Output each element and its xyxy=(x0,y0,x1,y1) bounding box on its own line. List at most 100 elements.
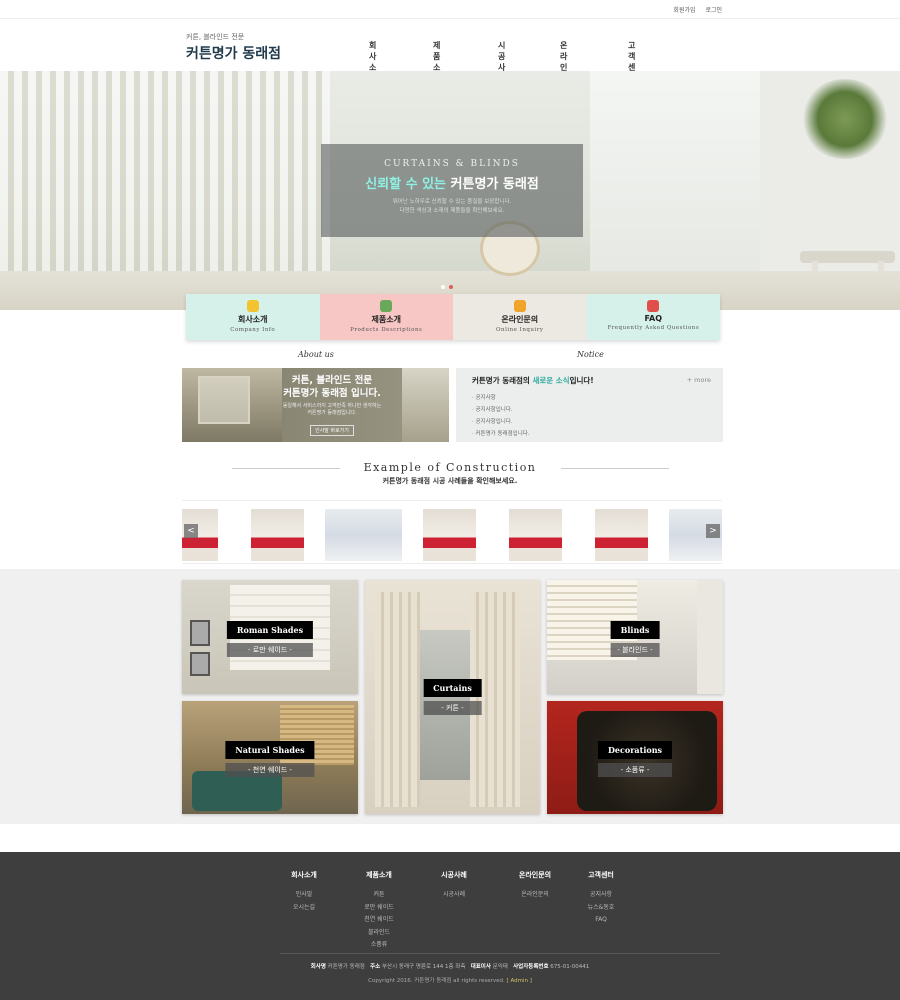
footer-col-heading: 온라인문의 xyxy=(518,871,552,879)
product-card-blinds[interactable]: Blinds - 블라인드 - xyxy=(547,580,723,694)
footer-copyright: Copyright 2016. 커튼명가 동래점 all rights rese… xyxy=(0,976,900,984)
footer-col-products: 제품소개 커튼 로만 쉐이드 천연 쉐이드 블라인드 소품류 xyxy=(351,870,407,952)
footer-bizno-label: 사업자등록번호 xyxy=(513,964,549,970)
footer-link[interactable]: 오시는길 xyxy=(276,902,332,915)
footer-bizno: 675-01-00441 xyxy=(550,964,590,970)
hero-dot[interactable] xyxy=(441,285,445,289)
about-headline-1: 커튼, 블라인드 전문 xyxy=(291,375,373,386)
hero-pagination xyxy=(441,285,457,289)
about-banner: 커튼, 블라인드 전문 커튼명가 동래점 입니다. 동일해서 서비스까지 고객만… xyxy=(182,368,449,442)
footer-link[interactable]: 공지사항 xyxy=(573,889,629,902)
footer-link[interactable]: 인사말 xyxy=(276,889,332,902)
hero-english-title: CURTAINS & BLINDS xyxy=(384,159,520,169)
member-links: 회원가입 로그인 xyxy=(665,5,722,14)
quick-subtitle: Frequently Asked Questions xyxy=(607,325,700,331)
quick-faq[interactable]: FAQ Frequently Asked Questions xyxy=(586,294,720,340)
notice-item[interactable]: · 공지사항 xyxy=(472,392,530,404)
quick-title: 회사소개 xyxy=(238,315,268,324)
footer-link[interactable]: 소품류 xyxy=(351,939,407,952)
footer-link[interactable]: 시공사례 xyxy=(426,889,482,902)
site-logo[interactable]: 커튼, 블라인드 전문 커튼명가 동래점 xyxy=(186,32,281,63)
notice-item[interactable]: · 공지사항입니다. xyxy=(472,404,530,416)
about-section-title: About us xyxy=(298,350,334,359)
product-label-ko: - 로만 쉐이드 - xyxy=(226,643,314,657)
notice-more-link[interactable]: + more xyxy=(687,376,711,384)
footer-company-name: 커튼명가 동래점 xyxy=(327,964,365,970)
quick-subtitle: Products Descriptions xyxy=(350,327,423,333)
admin-link[interactable]: [ Admin ] xyxy=(507,978,532,984)
notice-heading: 커튼명가 동래점의 새로운 소식입니다! xyxy=(472,375,594,386)
footer-link[interactable]: 블라인드 xyxy=(351,927,407,940)
hero-description: 뛰어난 노하우로 신뢰할 수 있는 품질을 보장합니다. 다양한 색상과 소재의… xyxy=(321,198,583,216)
hero-title-highlight: 신뢰할 수 있는 xyxy=(365,177,447,192)
about-text-line1: 동일해서 서비스까지 고객만족 하나만 생각하는 xyxy=(282,403,382,409)
product-card-decorations[interactable]: Decorations - 소품류 - xyxy=(547,701,723,814)
footer-link[interactable]: 온라인문의 xyxy=(500,889,570,902)
footer-link[interactable]: 뉴스&동호 xyxy=(573,902,629,915)
product-label: Natural Shades - 천연 쉐이드 - xyxy=(225,738,315,777)
footer-link[interactable]: FAQ xyxy=(573,914,629,927)
notice-item[interactable]: · 공지사항입니다. xyxy=(472,416,530,428)
notice-box: 커튼명가 동래점의 새로운 소식입니다! + more · 공지사항 · 공지사… xyxy=(456,368,723,442)
sofa-image xyxy=(192,771,282,811)
hero-plant-image xyxy=(800,79,890,159)
quick-company-info[interactable]: 회사소개 Company Info xyxy=(186,294,320,340)
about-paragraph: 동일해서 서비스까지 고객만족 하나만 생각하는 커튼명가 동래점입니다. xyxy=(262,403,402,417)
footer-link[interactable]: 커튼 xyxy=(351,889,407,902)
catalog-icon xyxy=(380,300,393,312)
example-thumbnail[interactable] xyxy=(595,509,648,561)
wall-frame-image xyxy=(190,652,210,676)
footer-company-info: 회사명 커튼명가 동래점 주소 부산시 동래구 명륜로 144 1층 좌측 대표… xyxy=(0,962,900,970)
quick-products[interactable]: 제품소개 Products Descriptions xyxy=(319,294,453,340)
join-link[interactable]: 회원가입 xyxy=(673,7,695,14)
carousel-next-button[interactable]: > xyxy=(706,524,720,538)
examples-carousel xyxy=(182,500,722,564)
footer-col-heading: 고객센터 xyxy=(588,871,614,879)
login-link[interactable]: 로그인 xyxy=(705,7,722,14)
footer-col-inquiry: 온라인문의 온라인문의 xyxy=(500,870,570,902)
notice-heading-highlight: 새로운 소식 xyxy=(532,376,570,385)
footer-link[interactable]: 천연 쉐이드 xyxy=(351,914,407,927)
product-card-curtains[interactable]: Curtains - 커튼 - xyxy=(365,580,540,814)
examples-heading: Example of Construction 커튼명가 동래점 시공 사례들을… xyxy=(0,461,900,486)
product-label: Roman Shades - 로만 쉐이드 - xyxy=(226,618,314,657)
product-label-ko: - 커튼 - xyxy=(423,701,482,715)
about-text: 커튼, 블라인드 전문 커튼명가 동래점 입니다. 동일해서 서비스까지 고객만… xyxy=(262,374,402,436)
curtain-image xyxy=(375,592,420,807)
footer-divider xyxy=(280,953,720,954)
carousel-prev-button[interactable]: < xyxy=(184,524,198,538)
notice-item[interactable]: · 커튼명가 동래점입니다. xyxy=(472,428,530,440)
example-thumbnail[interactable] xyxy=(423,509,476,561)
product-label: Curtains - 커튼 - xyxy=(423,676,482,715)
faq-icon xyxy=(647,300,660,312)
notice-list: · 공지사항 · 공지사항입니다. · 공지사항입니다. · 커튼명가 동래점입… xyxy=(472,392,530,440)
example-thumbnail[interactable] xyxy=(325,509,402,561)
example-thumbnail[interactable] xyxy=(509,509,562,561)
product-card-natural-shades[interactable]: Natural Shades - 천연 쉐이드 - xyxy=(182,701,358,814)
greeting-button[interactable]: 인사말 바로가기 xyxy=(310,425,354,436)
footer-ceo-label: 대표이사 xyxy=(470,964,491,970)
hero-dot-active[interactable] xyxy=(449,285,453,289)
product-label-ko: - 천연 쉐이드 - xyxy=(225,763,315,777)
footer: 회사소개 인사말 오시는길 제품소개 커튼 로만 쉐이드 천연 쉐이드 블라인드… xyxy=(0,852,900,1000)
footer-address-label: 주소 xyxy=(370,964,381,970)
lightbulb-icon xyxy=(246,300,259,312)
footer-ceo: 문익태 xyxy=(492,964,508,970)
hero-title-rest: 커튼명가 동래점 xyxy=(450,177,539,192)
product-label-en: Curtains xyxy=(423,679,482,697)
copyright-text: Copyright 2016. 커튼명가 동래점 all rights rese… xyxy=(368,978,505,984)
logo-tagline: 커튼, 블라인드 전문 xyxy=(186,33,245,41)
product-label: Blinds - 블라인드 - xyxy=(610,618,660,657)
product-label-en: Decorations xyxy=(597,741,673,759)
chat-icon xyxy=(513,300,526,312)
quick-online-inquiry[interactable]: 온라인문의 Online Inquiry xyxy=(453,294,587,340)
wall-frame-image xyxy=(190,620,210,646)
quick-subtitle: Company Info xyxy=(230,327,276,333)
product-label-en: Blinds xyxy=(610,621,660,639)
footer-link[interactable]: 로만 쉐이드 xyxy=(351,902,407,915)
example-thumbnail[interactable] xyxy=(251,509,304,561)
product-card-roman-shades[interactable]: Roman Shades - 로만 쉐이드 - xyxy=(182,580,358,694)
quick-menu: 회사소개 Company Info 제품소개 Products Descript… xyxy=(186,294,720,340)
hero-banner: CURTAINS & BLINDS 신뢰할 수 있는 커튼명가 동래점 뛰어난 … xyxy=(0,71,900,310)
notice-heading-post: 입니다! xyxy=(569,376,594,385)
